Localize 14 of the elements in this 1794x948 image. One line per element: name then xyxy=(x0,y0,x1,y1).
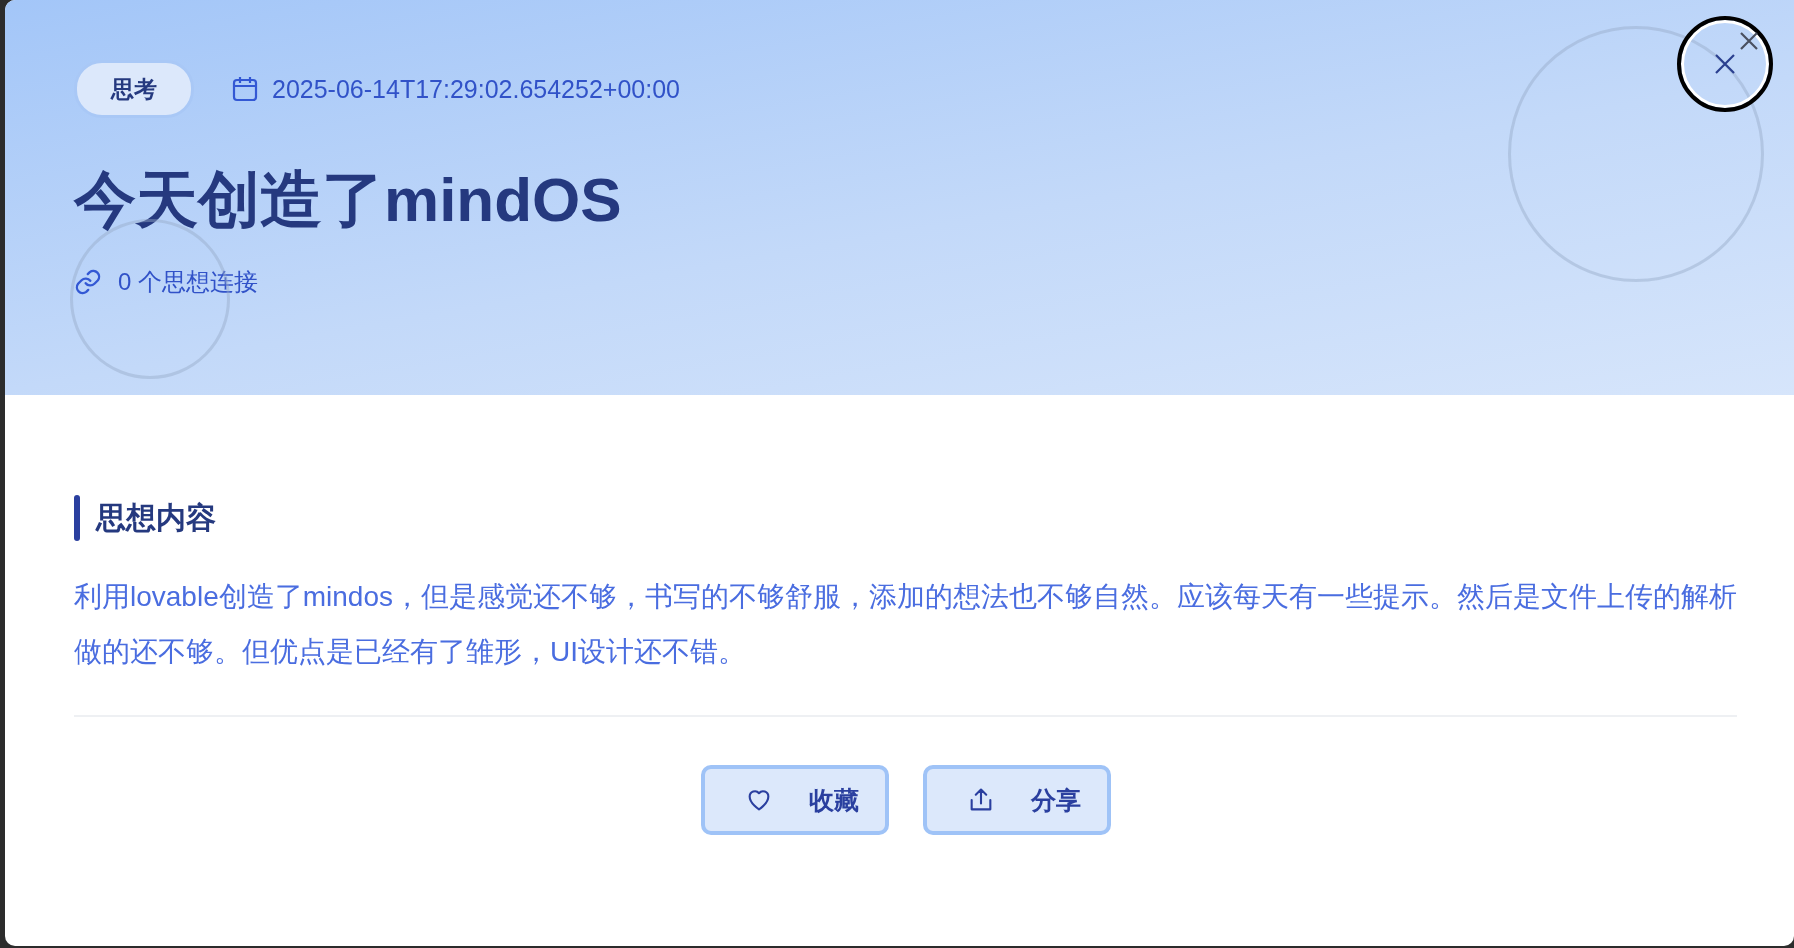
action-button[interactable]: 分享 xyxy=(922,765,1111,835)
action-button[interactable]: 收藏 xyxy=(700,765,889,835)
calendar-icon xyxy=(232,75,258,103)
link-icon xyxy=(74,268,102,296)
category-tag: 思考 xyxy=(74,60,194,118)
thought-content: 利用lovable创造了mindos，但是感觉还不够，书写的不够舒服，添加的想法也不够自然。应该每天有一些提示。然后是文件上传的解析做的还不够。但优点是已经有了雏形，UI设计还不错。 xyxy=(74,580,1738,669)
section-heading: 思想内容 xyxy=(96,499,216,536)
timestamp: 2025-06-14T17:29:02.654252+00:00 xyxy=(272,74,680,104)
close-icon xyxy=(1714,53,1736,75)
accent-bar xyxy=(74,495,80,541)
connection-count: 0 个思想连接 xyxy=(118,267,258,297)
thought-title: 今天创造了mindOS xyxy=(74,164,623,236)
close-icon xyxy=(1739,31,1759,51)
close-button[interactable] xyxy=(1677,16,1773,112)
